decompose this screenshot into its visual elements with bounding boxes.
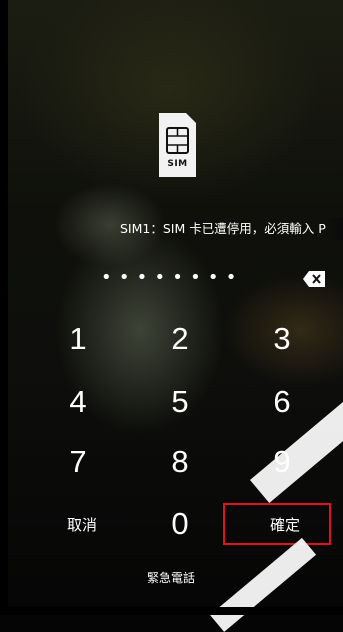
pin-entry-field[interactable]: •••••••• [101, 269, 244, 287]
screen-bezel [0, 0, 8, 615]
key-0[interactable]: 0 [140, 500, 220, 548]
key-5[interactable]: 5 [140, 378, 220, 426]
backspace-icon [303, 271, 325, 287]
key-8[interactable]: 8 [140, 438, 220, 486]
message-fade [325, 218, 343, 240]
confirm-button[interactable]: 確定 [245, 505, 325, 545]
key-4[interactable]: 4 [38, 378, 118, 426]
sim-label: SIM [167, 159, 188, 169]
screen-bezel [0, 607, 343, 615]
sim-card-icon: SIM [159, 113, 196, 177]
key-7[interactable]: 7 [38, 438, 118, 486]
key-6[interactable]: 6 [242, 378, 322, 426]
sim-status-text: SIM1：SIM 卡已遭停用，必須輸入 P [120, 221, 326, 236]
sim-status-message: SIM1：SIM 卡已遭停用，必須輸入 P [120, 218, 343, 240]
key-2[interactable]: 2 [140, 315, 220, 363]
emergency-call-button[interactable]: 緊急電話 [121, 566, 221, 590]
backspace-button[interactable] [303, 271, 325, 287]
key-3[interactable]: 3 [242, 315, 322, 363]
key-1[interactable]: 1 [38, 315, 118, 363]
cancel-button[interactable]: 取消 [42, 505, 122, 545]
